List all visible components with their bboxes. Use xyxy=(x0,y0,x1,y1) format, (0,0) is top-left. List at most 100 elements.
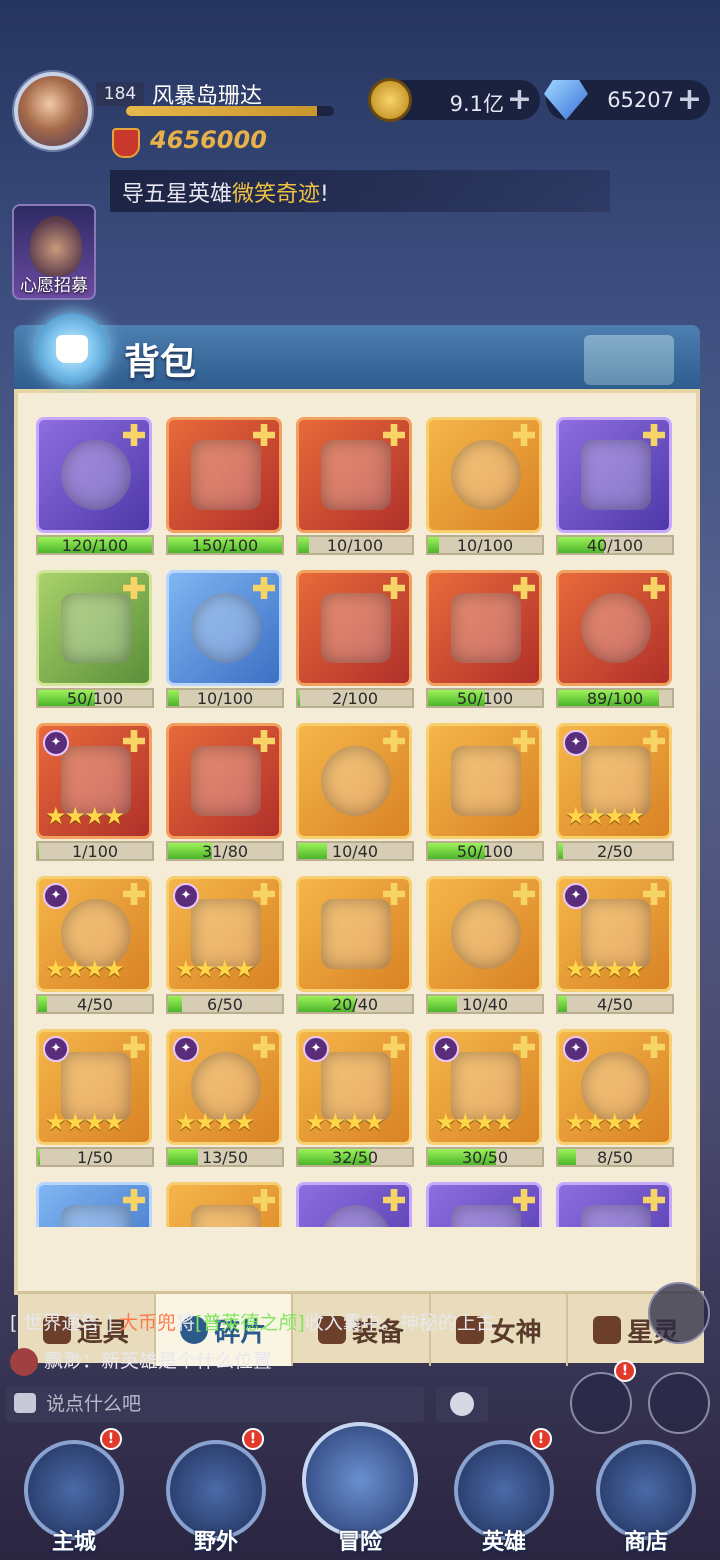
item-art-icon xyxy=(581,593,651,663)
item-art-icon xyxy=(451,746,521,816)
nav-label: 野外 xyxy=(193,1530,238,1555)
marquee-hero-name: 微笑奇迹 xyxy=(232,182,321,207)
item-card xyxy=(556,570,672,686)
star-rating: ★★★★ xyxy=(565,955,645,983)
add-gem-button[interactable]: + xyxy=(677,82,702,117)
fragment-item[interactable]: 40/100 xyxy=(556,417,674,557)
nav-shop[interactable]: 商店 xyxy=(586,1430,706,1560)
fragment-progress-bar: 4/50 xyxy=(36,994,154,1014)
item-card: ✦ ★★★★ xyxy=(36,723,152,839)
fragment-item[interactable]: 150/100 xyxy=(166,417,284,557)
item-card: ✦ ★★★★ xyxy=(556,723,672,839)
chat-bubble-icon xyxy=(14,1393,36,1413)
fragment-count: 50/100 xyxy=(456,689,514,708)
friends-icon[interactable] xyxy=(648,1282,710,1344)
item-art-icon xyxy=(581,440,651,510)
item-card: ✦ ★★★★ xyxy=(296,1029,412,1145)
exp-fill xyxy=(126,106,318,116)
item-card xyxy=(426,1182,542,1227)
faction-badge-icon: ✦ xyxy=(43,730,69,756)
fragment-item[interactable]: ✦ ★★★★ 8/50 xyxy=(556,1029,674,1169)
add-gold-button[interactable]: + xyxy=(507,82,532,117)
fragment-count: 150/100 xyxy=(191,536,259,555)
fragment-item[interactable]: ✦ ★★★★ 30/50 xyxy=(426,1029,544,1169)
nav-castle[interactable]: ! 主城 xyxy=(14,1428,134,1560)
wish-recruit-button[interactable]: 心愿招募 xyxy=(12,204,96,300)
fragment-item[interactable]: 50/100 xyxy=(426,723,544,863)
fragment-item[interactable] xyxy=(36,1182,154,1227)
emoji-button[interactable] xyxy=(436,1386,488,1422)
fragment-puzzle-icon xyxy=(643,577,665,599)
fragment-item[interactable]: 50/100 xyxy=(426,570,544,710)
fragment-count: 120/100 xyxy=(61,536,129,555)
item-grid-scroll[interactable]: 120/100 150/100 10/100 10/100 40/100 50/100 10… xyxy=(36,417,686,1227)
fragment-item[interactable]: 89/100 xyxy=(556,570,674,710)
fragment-item[interactable]: ✦ ★★★★ 2/50 xyxy=(556,723,674,863)
fragment-item[interactable] xyxy=(166,1182,284,1227)
item-art-icon xyxy=(61,1205,131,1227)
item-card xyxy=(166,570,282,686)
chat-message-text: ：新英雄是个什么位置 xyxy=(82,1350,273,1372)
fragment-item[interactable]: 10/40 xyxy=(296,723,414,863)
item-card: ✦ ★★★★ xyxy=(556,876,672,992)
faction-badge-icon: ✦ xyxy=(433,1036,459,1062)
player-level: 184 xyxy=(96,82,144,106)
fragment-item[interactable]: 2/100 xyxy=(296,570,414,710)
faction-badge-icon: ✦ xyxy=(563,1036,589,1062)
marquee-prefix: 导五星英雄 xyxy=(122,182,233,207)
player-avatar[interactable] xyxy=(14,72,92,150)
fragment-item[interactable] xyxy=(296,1182,414,1227)
item-art-icon xyxy=(451,593,521,663)
item-art-icon xyxy=(191,746,261,816)
tab-label: 女神 xyxy=(489,1317,542,1348)
fragment-item[interactable]: 10/100 xyxy=(296,417,414,557)
fragment-item[interactable]: 120/100 xyxy=(36,417,154,557)
fragment-count: 20/40 xyxy=(331,995,379,1014)
chat-item-name: [普莱德之颅] xyxy=(194,1312,305,1334)
nav-field[interactable]: ! 野外 xyxy=(156,1428,276,1560)
fragment-item[interactable]: ✦ ★★★★ 13/50 xyxy=(166,1029,284,1169)
fragment-item[interactable] xyxy=(556,1182,674,1227)
ranking-icon[interactable]: ! xyxy=(570,1360,636,1434)
fragment-progress-bar: 10/40 xyxy=(296,841,414,861)
item-card xyxy=(36,570,152,686)
chat-input-box[interactable] xyxy=(6,1386,424,1422)
item-card xyxy=(166,723,282,839)
fragment-item[interactable] xyxy=(426,1182,544,1227)
item-card xyxy=(166,1182,282,1227)
nav-helmet[interactable]: ! 英雄 xyxy=(444,1428,564,1560)
backpack-shortcut-icon[interactable] xyxy=(648,1372,710,1434)
fragment-count: 4/50 xyxy=(597,995,633,1014)
item-art-icon xyxy=(191,440,261,510)
item-art-icon xyxy=(321,746,391,816)
fragment-item[interactable]: ✦ ★★★★ 32/50 xyxy=(296,1029,414,1169)
item-card xyxy=(556,1182,672,1227)
fragment-progress-bar: 32/50 xyxy=(296,1147,414,1167)
item-card xyxy=(426,570,542,686)
power-icon xyxy=(112,128,140,158)
item-card xyxy=(426,876,542,992)
fragment-item[interactable]: 10/40 xyxy=(426,876,544,1016)
fragment-progress-bar: 50/100 xyxy=(426,688,544,708)
fragment-item[interactable]: 10/100 xyxy=(166,570,284,710)
fragment-item[interactable]: ✦ ★★★★ 1/50 xyxy=(36,1029,154,1169)
fragment-item[interactable]: 50/100 xyxy=(36,570,154,710)
fragment-item[interactable]: 31/80 xyxy=(166,723,284,863)
fragment-count: 50/100 xyxy=(456,842,514,861)
fragment-item[interactable]: 20/40 xyxy=(296,876,414,1016)
item-card xyxy=(36,417,152,533)
fragment-item[interactable]: 10/100 xyxy=(426,417,544,557)
chat-message[interactable]: 飘渺：新英雄是个什么位置 xyxy=(10,1346,272,1376)
fragment-item[interactable]: ✦ ★★★★ 4/50 xyxy=(556,876,674,1016)
chat-input[interactable] xyxy=(6,1386,424,1422)
nav-sword[interactable]: 冒险 xyxy=(300,1422,420,1560)
item-card: ✦ ★★★★ xyxy=(556,1029,672,1145)
fragment-item[interactable]: ✦ ★★★★ 1/100 xyxy=(36,723,154,863)
fragment-item[interactable]: ✦ ★★★★ 4/50 xyxy=(36,876,154,1016)
bottom-nav: ! 主城! 野外 冒险! 英雄 商店 xyxy=(0,1422,720,1560)
chat-world-announcement[interactable]: [ 世界通告 ] 大币兜将[普莱德之颅]收入囊中。神秘的上古 xyxy=(10,1308,495,1335)
fragment-puzzle-icon xyxy=(123,424,145,446)
fragment-progress-bar: 10/100 xyxy=(166,688,284,708)
fragment-item[interactable]: ✦ ★★★★ 6/50 xyxy=(166,876,284,1016)
fragment-progress-bar: 2/50 xyxy=(556,841,674,861)
